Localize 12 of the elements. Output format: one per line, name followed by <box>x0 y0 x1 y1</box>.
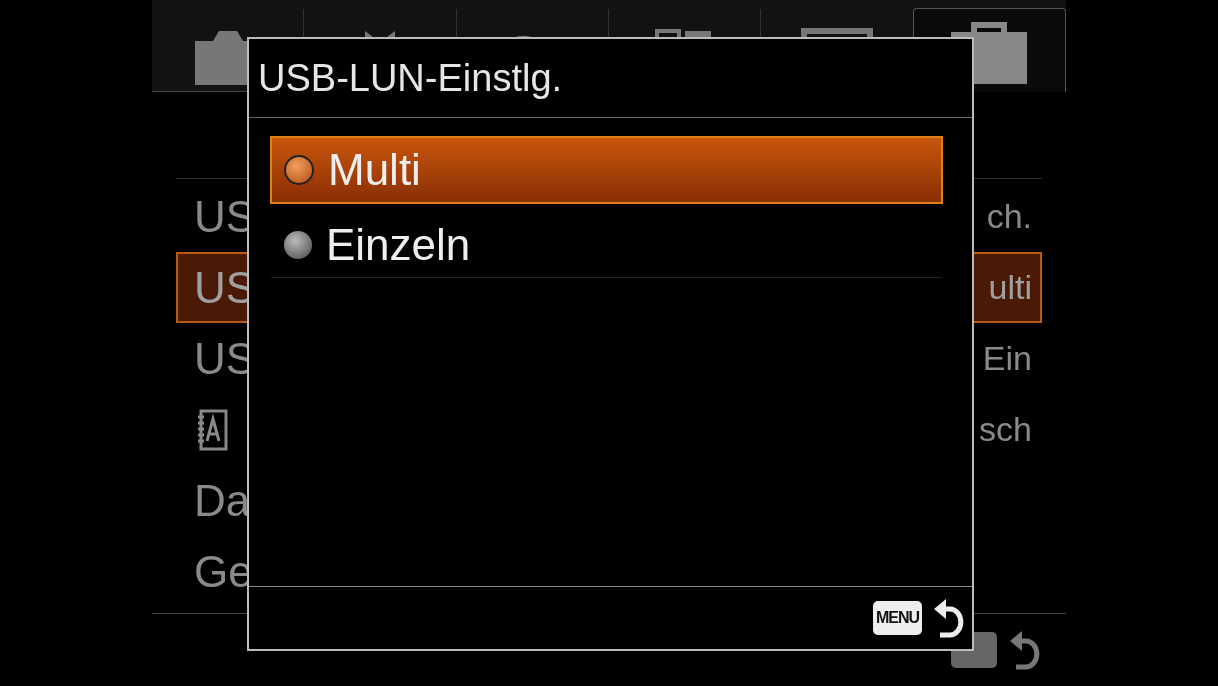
menu-item-value: Ein <box>982 339 1032 378</box>
menu-item-value: sch <box>979 410 1032 449</box>
radio-icon <box>284 230 312 259</box>
option-item[interactable]: Einzeln <box>270 210 943 278</box>
menu-key[interactable]: MENU <box>872 601 922 635</box>
menu-item-value: ulti <box>988 268 1032 307</box>
radio-icon <box>284 155 314 185</box>
menu-item-label: Da <box>194 475 251 526</box>
option-item[interactable]: Multi <box>270 136 943 204</box>
menu-item-value: ch. <box>986 197 1032 236</box>
dialog-title: USB-LUN-Einstlg. <box>249 39 972 118</box>
menu-row[interactable]: sch <box>176 394 1042 465</box>
